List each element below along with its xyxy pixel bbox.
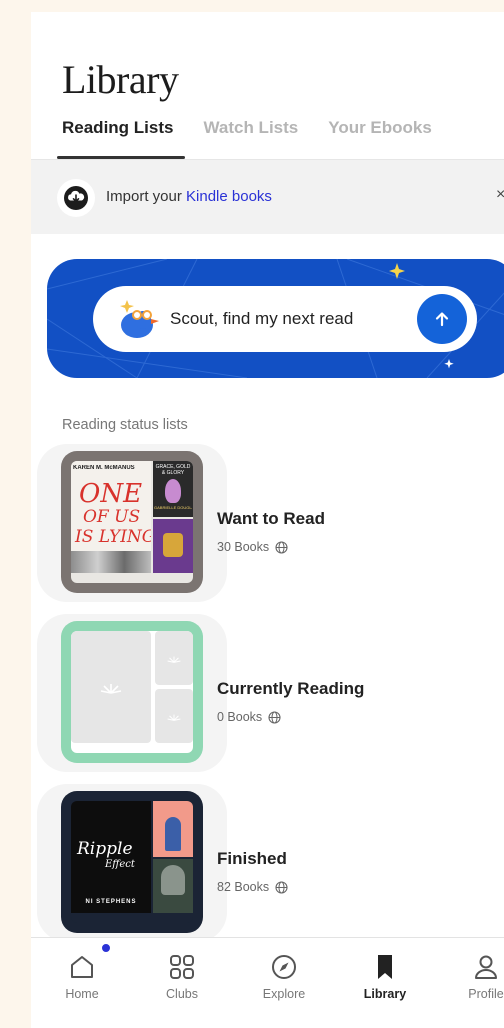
list-count: 0 Books [217, 710, 281, 724]
nav-label: Explore [262, 987, 306, 1001]
list-name: Want to Read [217, 509, 325, 528]
empty-cover-slot [71, 631, 151, 743]
close-icon[interactable]: × [496, 186, 504, 204]
list-name: Finished [217, 849, 287, 868]
cover-portrait [161, 865, 185, 895]
cover-collage: KAREN M. McMANUS ONE OF US IS LYING GRAC… [71, 461, 193, 583]
placeholder-sparkle-icon [167, 714, 181, 721]
bottom-nav: Home Clubs Explore Library Profile [31, 937, 504, 1028]
book-title-line: IS LYING [75, 527, 151, 547]
clubs-icon [170, 955, 194, 979]
tab-watch-lists[interactable]: Watch Lists [203, 118, 298, 158]
list-count: 82 Books [217, 880, 288, 894]
nav-label: Profile [468, 987, 504, 1001]
scout-bird-icon [113, 297, 161, 341]
nav-library[interactable]: Library [345, 938, 425, 1028]
list-item-want-to-read[interactable]: KAREN M. McMANUS ONE OF US IS LYING GRAC… [31, 440, 504, 602]
placeholder-sparkle-icon [100, 684, 122, 694]
home-icon [71, 956, 93, 978]
list-count: 30 Books [217, 540, 288, 554]
cover-photo-strip [71, 551, 151, 573]
book-author: KAREN M. McMANUS [73, 465, 135, 471]
arrow-up-icon [435, 312, 449, 327]
book-cover-pink [153, 801, 193, 857]
book-title-line: Ripple [77, 839, 133, 859]
nav-explore[interactable]: Explore [244, 938, 324, 1028]
book-author: NI STEPHENS [85, 899, 137, 905]
nav-label: Home [65, 987, 99, 1001]
nav-label: Clubs [166, 987, 198, 1001]
tab-reading-lists[interactable]: Reading Lists [62, 118, 173, 158]
notification-badge [100, 942, 112, 954]
book-cover-one-of-us: KAREN M. McMANUS ONE OF US IS LYING [71, 461, 151, 573]
nav-home[interactable]: Home [42, 938, 122, 1028]
scout-prompt: Scout, find my next read [170, 309, 354, 328]
kindle-books-link[interactable]: Kindle books [186, 188, 272, 205]
book-title-line: GRACE, GOLD & GLORY [155, 464, 191, 476]
globe-icon [275, 880, 288, 894]
page-title: Library [62, 57, 179, 102]
profile-icon [475, 955, 497, 979]
import-prefix: Import your [106, 188, 187, 205]
globe-icon [275, 540, 288, 554]
tab-your-ebooks[interactable]: Your Ebooks [328, 118, 432, 158]
globe-icon [268, 710, 281, 724]
list-name: Currently Reading [217, 679, 365, 698]
import-kindle-banner[interactable]: Import your Kindle books × [31, 160, 504, 234]
cover-ornament [163, 533, 183, 557]
book-title-line: Effect [105, 859, 135, 870]
finished-cover: Ripple Effect NI STEPHENS [61, 791, 203, 933]
cover-collage [71, 631, 193, 753]
book-cover-ripple-effect: Ripple Effect NI STEPHENS [71, 801, 151, 913]
nav-clubs[interactable]: Clubs [142, 938, 222, 1028]
placeholder-sparkle-icon [167, 656, 181, 663]
book-count: 30 Books [217, 540, 270, 554]
currently-reading-cover [61, 621, 203, 763]
book-cover-purple [153, 519, 193, 573]
send-button[interactable] [417, 294, 467, 344]
book-cover-grace-gold: GRACE, GOLD & GLORY GABRIELLE DOUGLAS [153, 461, 193, 517]
bookmark-icon [378, 955, 392, 979]
library-tabs: Reading Lists Watch Lists Your Ebooks [62, 118, 432, 158]
book-author: GABRIELLE DOUGLAS [154, 505, 192, 510]
book-title-line: OF US [83, 507, 141, 527]
cover-collage: Ripple Effect NI STEPHENS [71, 801, 193, 923]
compass-icon [272, 955, 296, 979]
list-item-currently-reading[interactable]: Currently Reading 0 Books [31, 610, 504, 772]
section-label: Reading status lists [62, 417, 188, 433]
book-title-line: ONE [79, 479, 143, 509]
app-screen: Library Reading Lists Watch Lists Your E… [31, 12, 504, 1028]
nav-label: Library [363, 987, 407, 1001]
empty-cover-slot [155, 689, 193, 743]
book-count: 82 Books [217, 880, 270, 894]
import-kindle-text: Import your Kindle books [106, 188, 272, 205]
list-item-finished[interactable]: Ripple Effect NI STEPHENS Finished 82 Bo… [31, 780, 504, 942]
empty-cover-slot [155, 631, 193, 685]
gymnast-silhouette [165, 479, 181, 503]
book-count: 0 Books [217, 710, 263, 724]
cloud-download-icon [57, 179, 95, 217]
book-cover-dark-portrait [153, 859, 193, 913]
want-to-read-cover: KAREN M. McMANUS ONE OF US IS LYING GRAC… [61, 451, 203, 593]
nav-profile[interactable]: Profile [446, 938, 504, 1028]
cover-figure [165, 817, 181, 851]
